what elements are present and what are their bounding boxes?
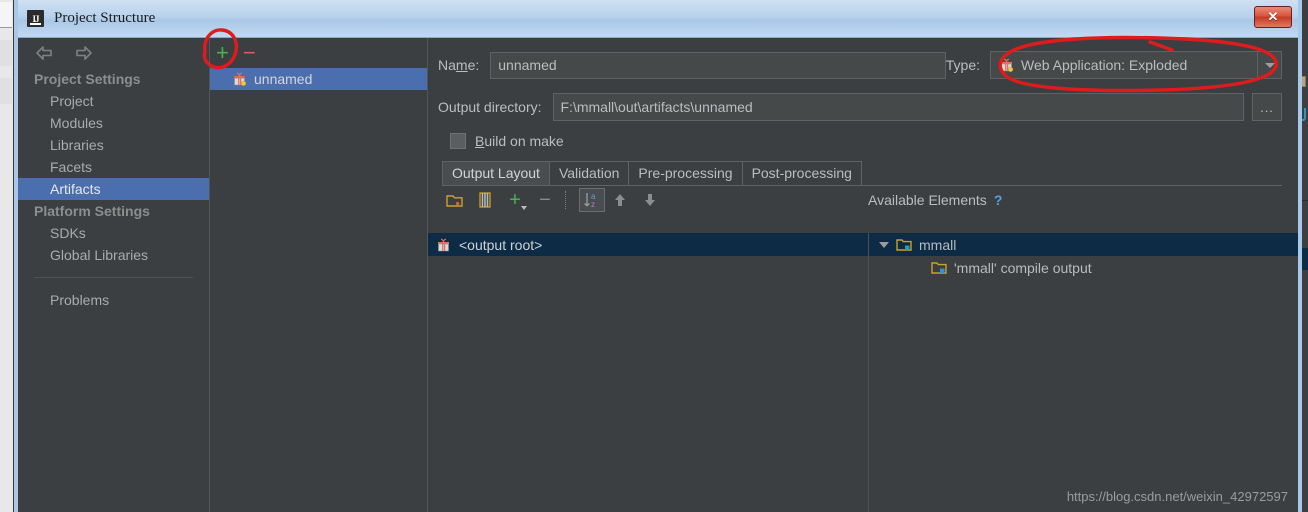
- tab-pre-processing[interactable]: Pre-processing: [628, 161, 743, 185]
- type-combobox[interactable]: Web Application: Exploded: [990, 51, 1258, 79]
- table-row[interactable]: mmall: [869, 233, 1298, 256]
- module-folder-icon: [896, 238, 912, 252]
- close-icon: ✕: [1267, 9, 1279, 24]
- move-down-icon[interactable]: [635, 188, 665, 212]
- sidebar-divider: [34, 277, 193, 278]
- output-directory-input[interactable]: F:\mmall\out\artifacts\unnamed: [552, 93, 1244, 121]
- remove-artifact-button[interactable]: −: [243, 42, 256, 64]
- add-copy-icon[interactable]: +: [500, 188, 530, 212]
- artifacts-toolbar: + −: [210, 38, 427, 68]
- tab-output-layout[interactable]: Output Layout: [442, 161, 550, 185]
- sidebar-item-modules[interactable]: Modules: [18, 112, 209, 134]
- settings-tree-pane: Project Settings Project Modules Librari…: [18, 38, 210, 512]
- add-directory-icon[interactable]: [440, 188, 470, 212]
- svg-text:z: z: [591, 200, 595, 209]
- forward-arrow-icon[interactable]: [74, 45, 94, 61]
- available-elements-label: Available Elements: [868, 192, 987, 208]
- chevron-down-icon[interactable]: [1258, 51, 1282, 79]
- sort-az-icon[interactable]: a z: [579, 188, 605, 212]
- project-structure-dialog: Project Structure ✕ Project Settings Pro…: [14, 0, 1302, 512]
- sidebar-item-problems[interactable]: Problems: [18, 289, 209, 311]
- table-row[interactable]: <output root>: [428, 233, 868, 256]
- output-directory-label: Output directory:: [438, 99, 542, 115]
- artifact-gift-icon: [232, 72, 247, 86]
- chevron-down-icon[interactable]: [879, 241, 889, 248]
- browse-button[interactable]: ...: [1252, 93, 1282, 121]
- tab-validation[interactable]: Validation: [548, 161, 630, 185]
- window-title: Project Structure: [54, 10, 156, 26]
- sidebar-item-global-libraries[interactable]: Global Libraries: [18, 244, 209, 266]
- back-arrow-icon[interactable]: [34, 45, 54, 61]
- table-row[interactable]: 'mmall' compile output: [869, 256, 1298, 279]
- sidebar-item-libraries[interactable]: Libraries: [18, 134, 209, 156]
- type-value: Web Application: Exploded: [1021, 57, 1188, 73]
- output-layout-toolbar: + − a z Available Elements ?: [428, 186, 1298, 214]
- build-on-make-row: Build on make: [428, 133, 1298, 149]
- type-row: Type: Web Application: Exploded: [946, 50, 1282, 80]
- list-item-label: unnamed: [254, 71, 313, 87]
- close-button[interactable]: ✕: [1254, 6, 1292, 28]
- background-tab-b: [0, 40, 12, 66]
- module-folder-icon: [931, 261, 947, 275]
- output-layout-trees: <output root> mmall 'mmall' compile outp…: [428, 233, 1298, 512]
- sidebar-item-facets[interactable]: Facets: [18, 156, 209, 178]
- list-item[interactable]: unnamed: [210, 68, 427, 90]
- name-input-value: unnamed: [498, 57, 557, 73]
- type-label: Type:: [945, 57, 980, 73]
- table-row-label: 'mmall' compile output: [954, 259, 1092, 276]
- name-label: Name:: [438, 57, 480, 73]
- tree-group-project-settings: Project Settings: [34, 71, 141, 87]
- tree-group-platform-settings: Platform Settings: [34, 203, 150, 219]
- tab-post-processing[interactable]: Post-processing: [741, 161, 862, 185]
- move-up-icon[interactable]: [605, 188, 635, 212]
- table-row-label: mmall: [919, 236, 957, 253]
- table-row-label: <output root>: [459, 236, 543, 253]
- help-icon[interactable]: ?: [994, 192, 1003, 208]
- navigation-row: [18, 38, 209, 68]
- output-directory-value: F:\mmall\out\artifacts\unnamed: [560, 99, 753, 115]
- remove-icon[interactable]: −: [530, 188, 560, 212]
- build-on-make-checkbox[interactable]: [450, 133, 466, 149]
- dialog-body: Project Settings Project Modules Librari…: [18, 38, 1298, 512]
- background-tab-a: [0, 2, 12, 28]
- toolbar-divider: [565, 191, 566, 209]
- add-archive-icon[interactable]: [470, 188, 500, 212]
- available-elements-header: Available Elements ?: [868, 192, 1002, 208]
- build-on-make-label[interactable]: Build on make: [475, 133, 564, 149]
- name-input[interactable]: unnamed: [490, 51, 947, 79]
- output-root-tree: <output root>: [428, 233, 868, 512]
- sidebar-item-sdks[interactable]: SDKs: [18, 222, 209, 244]
- artifact-gift-icon: [436, 238, 451, 252]
- sidebar-item-project[interactable]: Project: [18, 90, 209, 112]
- artifact-gift-icon: [999, 58, 1014, 72]
- artifact-detail-pane: Name: unnamed Type: Web Application: Exp…: [428, 38, 1298, 512]
- sidebar-item-artifacts[interactable]: Artifacts: [18, 178, 209, 200]
- output-directory-row: Output directory: F:\mmall\out\artifacts…: [428, 92, 1298, 122]
- available-elements-tree: mmall 'mmall' compile output: [868, 233, 1298, 512]
- background-tab-c: [0, 78, 12, 104]
- dialog-titlebar: Project Structure ✕: [18, 0, 1298, 38]
- add-artifact-button[interactable]: +: [216, 42, 229, 64]
- intellij-idea-icon: [27, 10, 44, 27]
- watermark-text: https://blog.csdn.net/weixin_42972597: [1066, 489, 1288, 504]
- artifacts-list-pane: + − unnamed: [210, 38, 428, 512]
- output-tabs: Output Layout Validation Pre-processing …: [442, 161, 1282, 186]
- background-left-toolwindow-tabs: [0, 0, 14, 512]
